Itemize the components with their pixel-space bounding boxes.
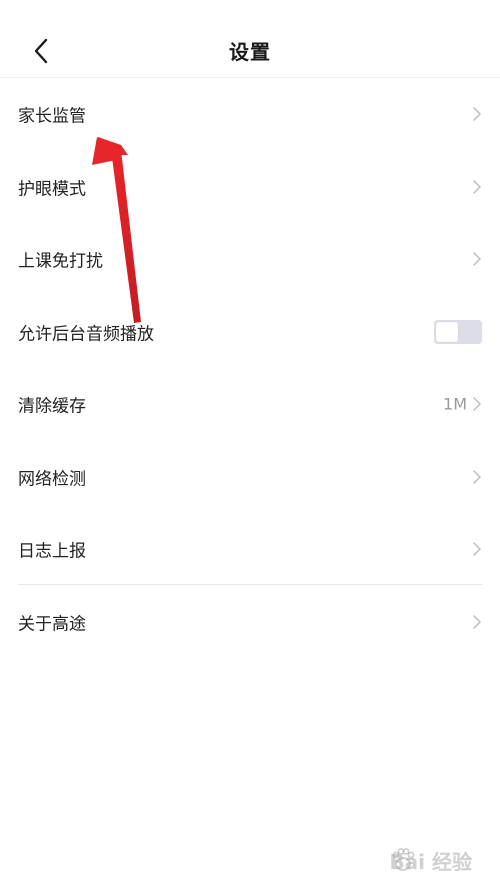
settings-item-label: 上课免打扰 bbox=[18, 251, 103, 272]
chevron-right-icon bbox=[473, 542, 481, 557]
chevron-right-icon bbox=[473, 107, 481, 122]
watermark-text: Bai 经验 bbox=[389, 850, 472, 874]
chevron-right-icon bbox=[473, 179, 481, 194]
settings-item-about[interactable]: 关于高途 bbox=[0, 586, 500, 659]
settings-list: 家长监管 护眼模式 上课免打扰 允许后台音频播放 清除缓存 1M 网络检测 日志… bbox=[0, 78, 500, 658]
settings-item-label: 清除缓存 bbox=[18, 396, 86, 417]
navigation-bar: 设置 bbox=[0, 0, 500, 78]
settings-item-background-audio: 允许后台音频播放 bbox=[0, 296, 500, 369]
background-audio-toggle[interactable] bbox=[434, 319, 482, 344]
settings-item-label: 网络检测 bbox=[18, 469, 86, 490]
section-divider bbox=[18, 584, 482, 585]
chevron-right-icon bbox=[473, 469, 481, 484]
settings-item-parental-control[interactable]: 家长监管 bbox=[0, 78, 500, 151]
settings-item-eye-protection[interactable]: 护眼模式 bbox=[0, 151, 500, 224]
settings-item-label: 允许后台音频播放 bbox=[18, 324, 154, 345]
cache-size-value: 1M bbox=[443, 394, 467, 414]
watermark: Bai 经验 bbox=[352, 843, 472, 879]
page-title: 设置 bbox=[229, 40, 271, 64]
settings-item-network-check[interactable]: 网络检测 bbox=[0, 441, 500, 514]
settings-item-label: 关于高途 bbox=[18, 614, 86, 635]
settings-item-class-do-not-disturb[interactable]: 上课免打扰 bbox=[0, 223, 500, 296]
settings-item-label: 家长监管 bbox=[18, 106, 86, 127]
settings-item-label: 日志上报 bbox=[18, 541, 86, 562]
settings-item-label: 护眼模式 bbox=[18, 179, 86, 200]
toggle-knob bbox=[436, 321, 458, 342]
settings-item-log-report[interactable]: 日志上报 bbox=[0, 513, 500, 586]
chevron-right-icon bbox=[473, 614, 481, 629]
settings-item-clear-cache[interactable]: 清除缓存 1M bbox=[0, 368, 500, 441]
chevron-right-icon bbox=[473, 397, 481, 412]
chevron-right-icon bbox=[473, 252, 481, 267]
